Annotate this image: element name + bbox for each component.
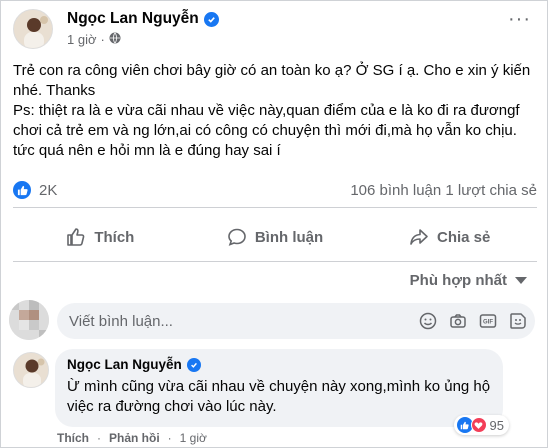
post-header: Ngọc Lan Nguyễn 1 giờ · ···: [13, 7, 537, 53]
comment-sort-dropdown[interactable]: Phù hợp nhất: [410, 272, 527, 289]
comment-author[interactable]: Ngọc Lan Nguyễn: [67, 357, 491, 372]
likes-count[interactable]: 2K: [39, 182, 57, 199]
emoji-icon[interactable]: [419, 312, 437, 330]
post-meta: 1 giờ ·: [67, 32, 121, 47]
post-actions: Thích Bình luận Chia sẻ: [13, 215, 537, 259]
like-button-label: Thích: [94, 228, 135, 246]
dot-separator: ·: [100, 32, 105, 47]
comment-input[interactable]: [69, 303, 389, 339]
share-button-label: Chia sẻ: [437, 228, 491, 246]
comment-button[interactable]: Bình luận: [188, 215, 363, 259]
like-button[interactable]: Thích: [13, 215, 188, 259]
sort-label: Phù hợp nhất: [409, 272, 507, 289]
author-avatar[interactable]: [13, 9, 53, 49]
comment-icon: [227, 227, 247, 247]
comment-button-label: Bình luận: [254, 228, 324, 246]
comment-input-wrapper: GIF: [57, 303, 535, 339]
share-button[interactable]: Chia sẻ: [362, 215, 537, 259]
comment-reaction-count: 95: [489, 417, 504, 433]
heart-icon: [470, 417, 487, 433]
post-paragraph: Ps: thiệt ra là e vừa cãi nhau về việc n…: [13, 102, 520, 159]
divider: [13, 207, 537, 208]
comment-time[interactable]: 1 giờ: [180, 431, 207, 445]
comments-shares-count[interactable]: 106 bình luận 1 lượt chia sẻ: [350, 182, 537, 199]
divider: [13, 261, 537, 262]
comment-author-name[interactable]: Ngọc Lan Nguyễn: [67, 357, 182, 372]
dot-separator: ·: [97, 431, 101, 445]
camera-icon[interactable]: [449, 312, 467, 330]
gif-icon[interactable]: GIF: [479, 312, 497, 330]
comment-bubble: Ngọc Lan Nguyễn Ừ mình cũng vừa cãi nhau…: [55, 349, 503, 427]
comment-like-link[interactable]: Thích: [57, 431, 89, 445]
post-paragraph: Trẻ con ra công viên chơi bây giờ có an …: [13, 62, 531, 99]
post-stats: 2K 106 bình luận 1 lượt chia sẻ: [13, 180, 537, 202]
share-icon: [409, 227, 429, 247]
comment-text: Ừ mình cũng vừa cãi nhau về chuyện này x…: [67, 378, 491, 415]
verified-icon: [186, 357, 201, 372]
verified-icon: [203, 11, 219, 27]
globe-icon[interactable]: [109, 32, 121, 47]
post-time[interactable]: 1 giờ: [67, 32, 97, 47]
composer-icons: GIF: [419, 312, 527, 330]
commenter-avatar[interactable]: [13, 352, 49, 388]
more-icon[interactable]: ···: [508, 9, 531, 29]
svg-text:GIF: GIF: [483, 320, 493, 326]
chevron-down-icon: [515, 277, 527, 284]
post-author[interactable]: Ngọc Lan Nguyễn: [67, 10, 219, 28]
like-outline-icon: [66, 227, 86, 247]
post-text: Trẻ con ra công viên chơi bây giờ có an …: [13, 61, 539, 161]
dot-separator: ·: [167, 431, 172, 445]
post-card: Ngọc Lan Nguyễn 1 giờ · ··· Trẻ con ra c…: [0, 0, 548, 448]
current-user-avatar[interactable]: [9, 300, 49, 340]
comment-actions: Thích · Phản hồi · 1 giờ: [57, 431, 207, 445]
comment-composer: GIF: [9, 298, 541, 340]
comment-reply-link[interactable]: Phản hồi: [109, 431, 160, 445]
comment-reactions[interactable]: 95: [453, 415, 509, 435]
like-icon: [13, 181, 31, 199]
sticker-icon[interactable]: [509, 312, 527, 330]
post-author-name[interactable]: Ngọc Lan Nguyễn: [67, 10, 199, 28]
